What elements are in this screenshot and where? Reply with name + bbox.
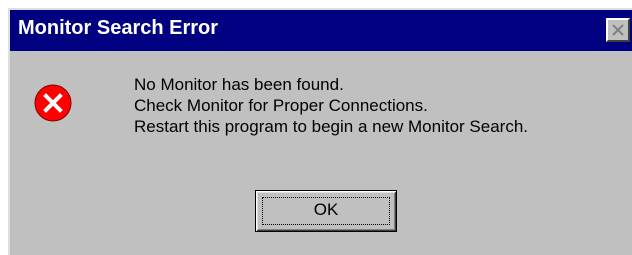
- ok-button[interactable]: OK: [255, 190, 397, 232]
- message-line-2: Check Monitor for Proper Connections.: [134, 96, 428, 115]
- close-button[interactable]: [606, 18, 630, 42]
- error-message: No Monitor has been found. Check Monitor…: [134, 74, 528, 137]
- error-icon: [34, 84, 72, 122]
- title-bar[interactable]: Monitor Search Error: [10, 10, 632, 51]
- error-dialog: Monitor Search Error No Monitor has been…: [8, 8, 632, 255]
- window-title: Monitor Search Error: [18, 17, 219, 39]
- close-icon: [612, 24, 624, 36]
- message-line-3: Restart this program to begin a new Moni…: [134, 117, 529, 136]
- ok-button-label: OK: [313, 200, 339, 219]
- message-line-1: No Monitor has been found.: [134, 75, 344, 94]
